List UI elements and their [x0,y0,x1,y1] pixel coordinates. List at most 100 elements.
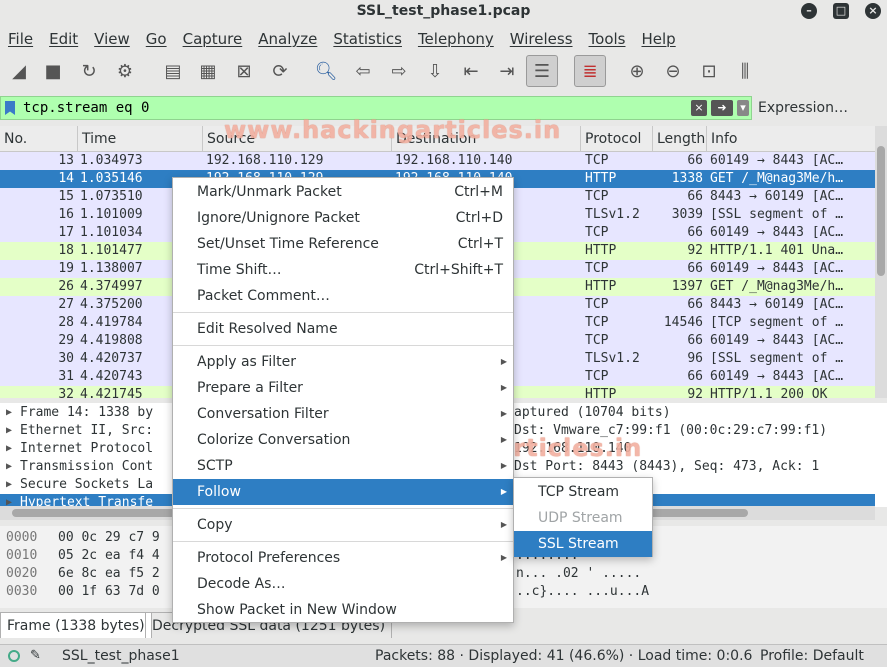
menu-item-label: Colorize Conversation [197,432,351,448]
context-menu-item[interactable]: Protocol Preferences ▶ [173,545,513,571]
expand-arrow-icon[interactable]: ▶ [6,476,12,494]
context-menu-item[interactable]: Conversation Filter ▶ [173,401,513,427]
expression-button[interactable]: Expression… [758,96,848,120]
zoom-out-icon[interactable]: ⊖ [660,58,686,84]
colorize-icon[interactable]: ≣ [574,55,606,87]
submenu-arrow-icon: ▶ [500,357,507,366]
filter-history-icon[interactable]: ▾ [737,100,749,116]
context-menu-item[interactable]: SCTP ▶ [173,453,513,479]
cell-proto: TLSv1.2 [585,351,640,366]
context-menu-item[interactable]: Show Packet in New Window [173,597,513,623]
bytes-ascii: n... .02 ' ..... [516,566,642,581]
context-menu-item[interactable]: Ignore/Unignore Packet Ctrl+D [173,205,513,231]
packet-list-scrollbar[interactable] [875,126,887,398]
context-menu-item[interactable]: Mark/Unmark Packet Ctrl+M [173,179,513,205]
col-header-protocol[interactable]: Protocol [581,126,653,152]
cell-proto: TCP [585,369,609,384]
expand-arrow-icon[interactable]: ▶ [6,440,12,458]
col-header-time[interactable]: Time [78,126,203,152]
expert-info-icon[interactable] [8,650,20,662]
col-header-info[interactable]: Info [707,126,875,152]
zoom-in-icon[interactable]: ⊕ [624,58,650,84]
menu-file[interactable]: File [8,26,41,52]
col-header-length[interactable]: Length [653,126,707,152]
first-packet-icon[interactable]: ⇤ [458,58,484,84]
follow-tcp-label: TCP Stream [538,484,620,500]
scrollbar-thumb[interactable] [877,146,885,276]
go-to-packet-icon[interactable]: ⇩ [422,58,448,84]
details-text: Frame 14: 1338 by [20,405,154,420]
cell-no: 13 [58,153,74,168]
context-menu-item[interactable]: Copy ▶ [173,512,513,538]
bytes-hex: 00 0c 29 c7 9 [58,530,160,545]
cell-len: 66 [687,153,703,168]
display-filter-field[interactable]: × ➜ ▾ [0,96,752,120]
cell-proto: TCP [585,189,609,204]
context-menu-item[interactable]: Edit Resolved Name [173,316,513,342]
expand-arrow-icon[interactable]: ▶ [6,404,12,422]
menu-item-label: Prepare a Filter [197,380,303,396]
submenu-arrow-icon: ▶ [500,487,507,496]
menu-go[interactable]: Go [146,26,175,52]
close-file-icon[interactable]: ⊠ [231,58,257,84]
menu-edit[interactable]: Edit [49,26,86,52]
context-menu-item[interactable]: Set/Unset Time Reference Ctrl+T [173,231,513,257]
auto-scroll-icon[interactable]: ☰ [526,55,558,87]
tab-frame-bytes[interactable]: Frame (1338 bytes) [0,612,152,638]
stop-capture-icon[interactable]: ■ [40,58,66,84]
cell-no: 31 [58,369,74,384]
menu-wireless[interactable]: Wireless [510,26,581,52]
cell-info: 8443 → 60149 [AC… [710,189,844,204]
context-menu-item[interactable]: Colorize Conversation ▶ [173,427,513,453]
expand-arrow-icon[interactable]: ▶ [6,458,12,476]
go-back-icon[interactable]: ⇦ [350,58,376,84]
close-icon[interactable]: × [865,3,881,19]
restart-capture-icon[interactable]: ↻ [76,58,102,84]
menu-tools[interactable]: Tools [589,26,634,52]
last-packet-icon[interactable]: ⇥ [494,58,520,84]
details-text-right: 192.168.110.140 [514,441,632,456]
follow-ssl-stream[interactable]: SSL Stream [514,531,652,557]
reload-file-icon[interactable]: ⟳ [267,58,293,84]
status-profile[interactable]: Profile: Default [760,645,864,667]
display-filter-input[interactable] [23,97,683,119]
packet-row[interactable]: 13 1.034973 192.168.110.129 192.168.110.140… [0,152,875,170]
menu-item-shortcut: Ctrl+Shift+T [414,262,503,278]
minimize-icon[interactable]: – [801,3,817,19]
menu-statistics[interactable]: Statistics [333,26,410,52]
apply-filter-icon[interactable]: ➜ [711,100,733,116]
cell-len: 96 [687,351,703,366]
capture-options-icon[interactable]: ⚙ [112,58,138,84]
col-header-destination[interactable]: Destination [392,126,581,152]
edit-comment-icon[interactable]: ✎ [30,645,41,667]
context-menu-item[interactable]: Time Shift… Ctrl+Shift+T [173,257,513,283]
context-menu-item[interactable]: Apply as Filter ▶ [173,349,513,375]
menu-telephony[interactable]: Telephony [418,26,502,52]
context-menu-item[interactable]: Decode As… [173,571,513,597]
menu-view[interactable]: View [94,26,138,52]
menu-analyze[interactable]: Analyze [258,26,325,52]
menu-capture[interactable]: Capture [183,26,251,52]
context-menu-item[interactable]: Packet Comment… [173,283,513,309]
normal-size-icon[interactable]: ⊡ [696,58,722,84]
col-header-no[interactable]: No. [0,126,78,152]
clear-filter-icon[interactable]: × [691,100,707,116]
save-file-icon[interactable]: ▦ [195,58,221,84]
maximize-icon[interactable]: □ [833,3,849,19]
menu-help[interactable]: Help [641,26,683,52]
go-forward-icon[interactable]: ⇨ [386,58,412,84]
details-text: Secure Sockets La [20,477,154,492]
open-file-icon[interactable]: ▤ [160,58,186,84]
bytes-ascii: ..c}.... ...u...A [516,584,650,599]
expand-arrow-icon[interactable]: ▶ [6,422,12,440]
bookmark-icon[interactable] [5,101,15,115]
follow-tcp-stream[interactable]: TCP Stream [514,479,652,505]
context-menu-item[interactable]: Follow ▶ [173,479,513,505]
find-packet-icon[interactable]: 🔍︎ [313,58,339,84]
shark-fin-icon[interactable]: ◢ [6,58,32,84]
cell-proto: HTTP [585,171,617,186]
context-menu-item[interactable]: Prepare a Filter ▶ [173,375,513,401]
resize-columns-icon[interactable]: ⫼ [732,58,758,84]
col-header-source[interactable]: Source [203,126,392,152]
submenu-arrow-icon: ▶ [500,520,507,529]
